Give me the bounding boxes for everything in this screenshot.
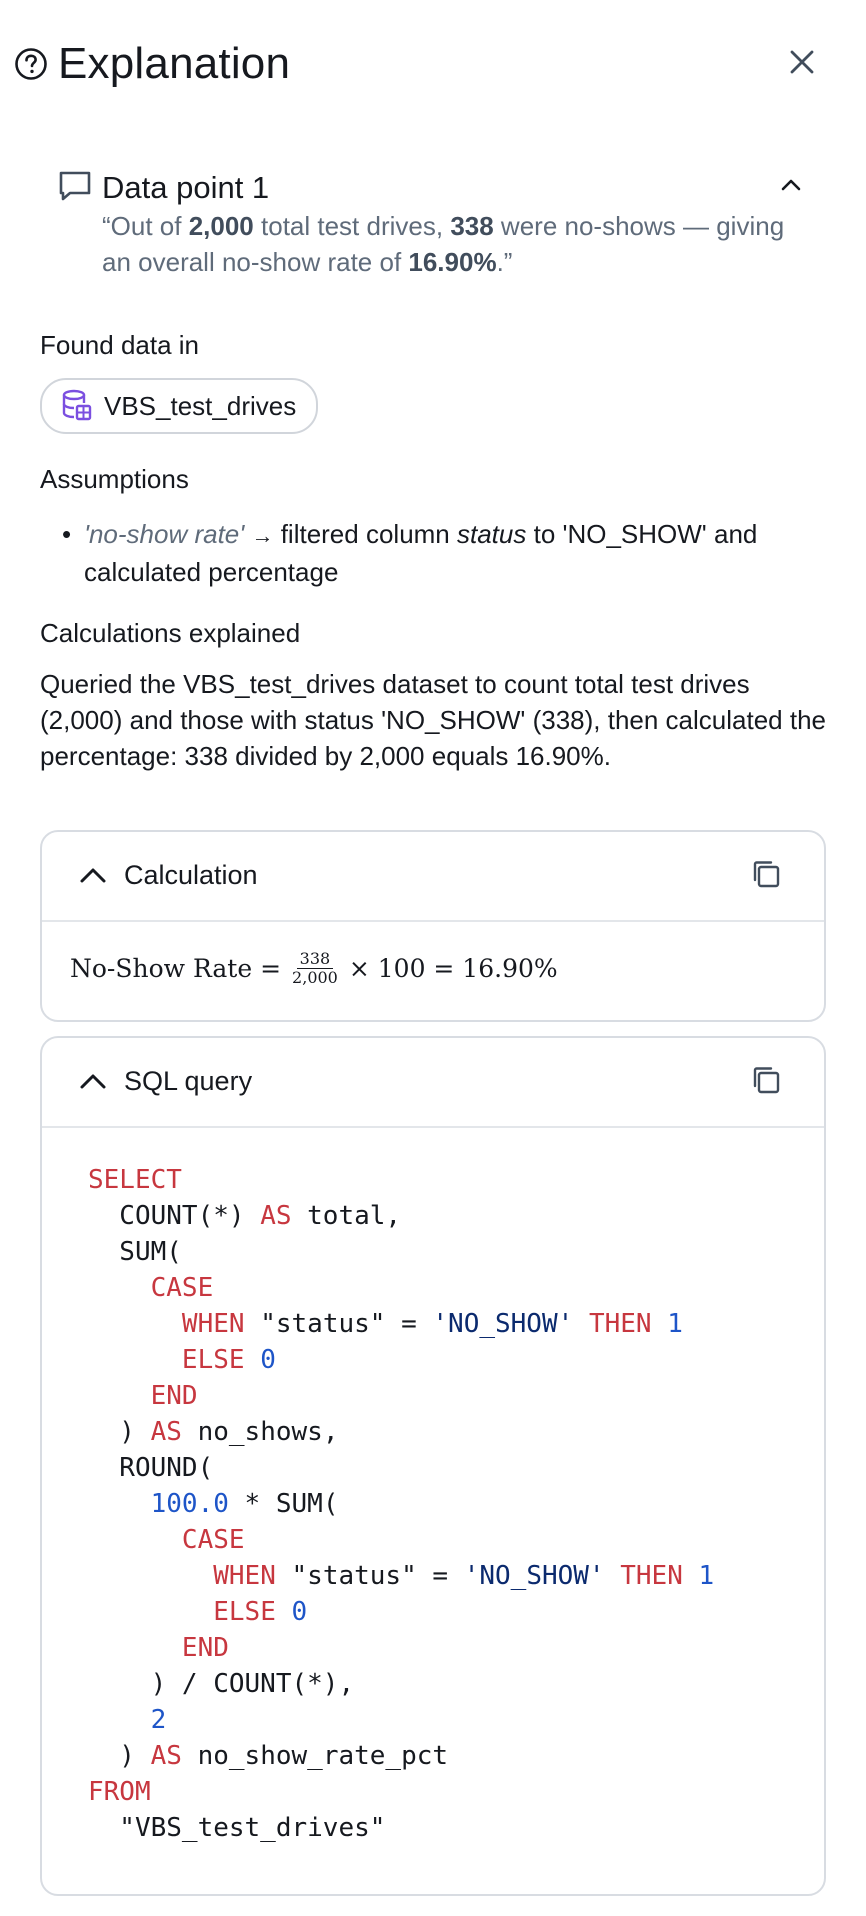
- collapse-datapoint-button[interactable]: [776, 170, 806, 200]
- datapoint-quote: “Out of 2,000 total test drives, 338 wer…: [102, 208, 792, 280]
- assumptions-label: Assumptions: [40, 464, 189, 494]
- bullet: •: [62, 519, 72, 549]
- formula-fraction: 338 2,000: [289, 950, 341, 987]
- panel-header: Explanation: [14, 36, 290, 92]
- quote-text: total test drives,: [253, 211, 451, 241]
- sql-title: SQL query: [124, 1066, 253, 1096]
- sql-card: SQL query SELECT COUNT(*) AS total, SUM(…: [40, 1036, 826, 1896]
- sql-code: SELECT COUNT(*) AS total, SUM( CASE WHEN…: [88, 1165, 715, 1843]
- dataset-pill[interactable]: VBS_test_drives: [40, 378, 319, 434]
- panel-title: Explanation: [58, 39, 291, 88]
- question-circle-icon: [15, 48, 47, 80]
- close-button[interactable]: [784, 44, 820, 80]
- chevron-up-icon: [781, 179, 801, 191]
- chevron-up-icon: [80, 1074, 106, 1089]
- quote-rate: 16.90%: [408, 247, 497, 277]
- calculation-card-header[interactable]: Calculation: [42, 832, 824, 922]
- quote-total: 2,000: [188, 211, 254, 241]
- calc-explained-text: Queried the VBS_test_drives dataset to c…: [40, 669, 826, 771]
- fraction-denominator: 2,000: [292, 968, 338, 987]
- dataset-name: VBS_test_drives: [104, 390, 297, 421]
- quote-noshows: 338: [450, 211, 494, 241]
- copy-icon[interactable]: [750, 858, 782, 890]
- calculation-formula: No-Show Rate = 338 2,000 × 100 = 16.90%: [70, 950, 558, 987]
- database-icon: [62, 389, 92, 421]
- calc-explained-label: Calculations explained: [40, 618, 301, 648]
- fraction-numerator: 338: [296, 950, 334, 969]
- formula-rhs: × 100 = 16.90%: [348, 954, 558, 983]
- comment-icon: [59, 171, 91, 201]
- assumption-term: 'no-show rate': [84, 519, 245, 549]
- copy-icon[interactable]: [750, 1064, 782, 1096]
- calculation-card: Calculation No-Show Rate = 338 2,000 × 1…: [40, 830, 826, 1022]
- chevron-up-icon: [80, 868, 106, 883]
- formula-lhs: No-Show Rate =: [70, 954, 282, 983]
- arrow-right-icon: →: [251, 523, 274, 548]
- assumption-text: filtered column: [273, 519, 457, 549]
- close-icon: [790, 50, 814, 74]
- assumption-item: • 'no-show rate' → filtered column statu…: [58, 516, 828, 590]
- datapoint-title: Data point 1: [102, 170, 270, 205]
- sql-card-header[interactable]: SQL query: [42, 1038, 824, 1128]
- quote-text: .”: [496, 247, 513, 277]
- datapoint-header[interactable]: Data point 1: [58, 166, 806, 210]
- calculation-title: Calculation: [124, 860, 258, 890]
- found-data-label: Found data in: [40, 330, 200, 360]
- assumption-column: status: [457, 519, 527, 549]
- quote-text: “Out of: [102, 211, 189, 241]
